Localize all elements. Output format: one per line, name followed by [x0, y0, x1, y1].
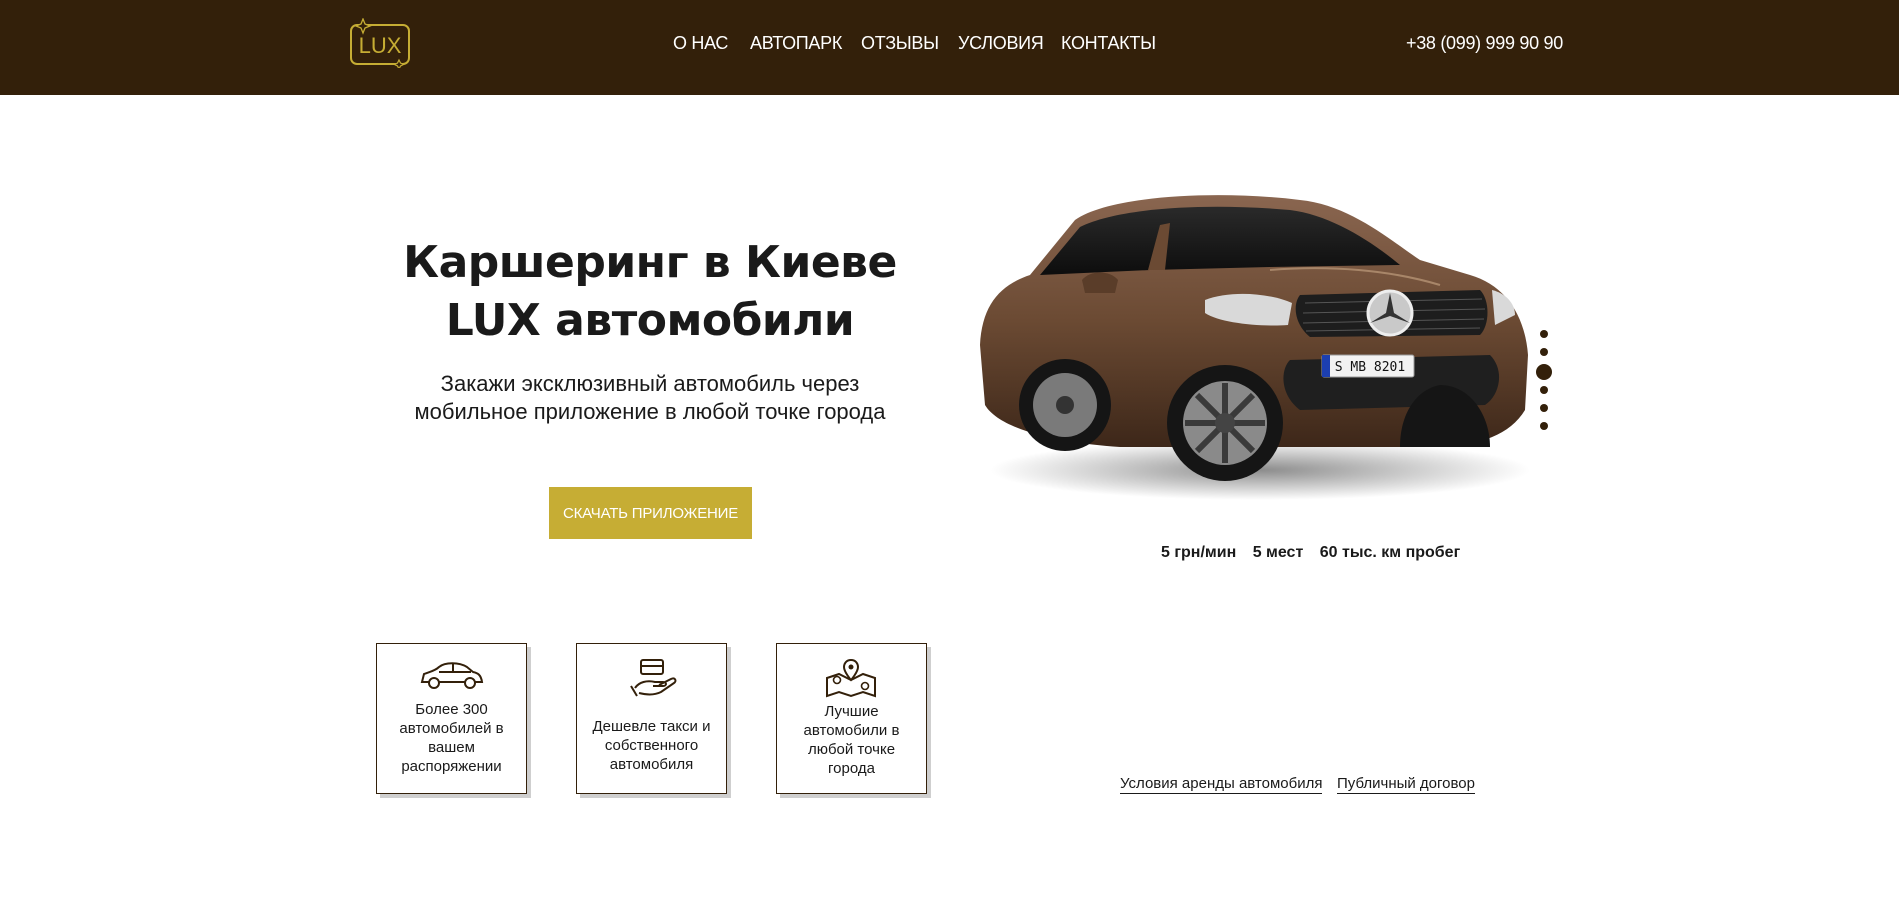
feature-line: Более 300: [415, 701, 488, 718]
slider-dot-active[interactable]: [1536, 364, 1552, 380]
svg-text:S MB 8201: S MB 8201: [1335, 360, 1405, 375]
card-payment-icon: [630, 659, 677, 697]
slider-dot[interactable]: [1540, 404, 1548, 412]
feature-line: автомобили в: [803, 722, 900, 739]
hero-subtitle-line1: Закажи эксклюзивный автомобиль через: [440, 371, 860, 396]
feature-line: города: [828, 760, 875, 777]
feature-line: автомобиля: [609, 756, 694, 773]
slider-dot[interactable]: [1540, 348, 1548, 356]
main-nav: О НАС АВТОПАРК ОТЗЫВЫ УСЛОВИЯ КОНТАКТЫ: [0, 0, 1899, 95]
car-specs: 5 грн/мин 5 мест 60 тыс. км пробег: [1161, 544, 1472, 562]
spec-price: 5 грн/мин: [1161, 544, 1237, 561]
hero-subtitle-line2: мобильное приложение в любой точке город…: [414, 399, 886, 424]
feature-line: распоряжении: [401, 758, 502, 775]
slider-dot[interactable]: [1540, 330, 1548, 338]
nav-contacts[interactable]: КОНТАКТЫ: [1061, 33, 1156, 54]
hero-title: Каршеринг в Киеве LUX автомобили: [370, 234, 930, 350]
car-image: S MB 8201: [980, 195, 1530, 500]
hero-title-line1: Каршеринг в Киеве: [403, 237, 897, 288]
feature-text: Более 300 автомобилей в вашем распоряжен…: [385, 700, 518, 776]
feature-text: Лучшие автомобили в любой точке города: [785, 702, 918, 778]
car-icon: [420, 662, 484, 689]
feature-line: автомобилей в: [399, 720, 504, 737]
feature-line: Дешевле такси и: [592, 718, 711, 735]
feature-line: любой точке: [807, 741, 896, 758]
nav-terms[interactable]: УСЛОВИЯ: [958, 33, 1044, 54]
feature-card-fleet: Более 300 автомобилей в вашем распоряжен…: [376, 643, 527, 794]
feature-line: вашем: [428, 739, 475, 756]
hero-title-line2: LUX автомобили: [445, 295, 855, 346]
nav-about[interactable]: О НАС: [673, 33, 728, 54]
spec-mileage: 60 тыс. км пробег: [1319, 544, 1461, 561]
map-pins-icon: [826, 658, 876, 698]
hero-subtitle: Закажи эксклюзивный автомобиль через моб…: [380, 370, 920, 426]
slider-dot[interactable]: [1540, 386, 1548, 394]
download-app-button[interactable]: СКАЧАТЬ ПРИЛОЖЕНИЕ: [549, 487, 752, 539]
nav-fleet[interactable]: АВТОПАРК: [750, 33, 842, 54]
rental-terms-link[interactable]: Условия аренды автомобиля: [1120, 774, 1323, 794]
public-contract-link[interactable]: Публичный договор: [1337, 774, 1475, 794]
slider-dots: [1536, 330, 1552, 442]
phone-number[interactable]: +38 (099) 999 90 90: [1406, 33, 1563, 54]
spec-seats: 5 мест: [1252, 544, 1304, 561]
feature-card-price: Дешевле такси и собственного автомобиля: [576, 643, 727, 794]
site-header: LUX О НАС АВТОПАРК ОТЗЫВЫ УСЛОВИЯ КОНТАК…: [0, 0, 1899, 95]
feature-line: собственного: [604, 737, 699, 754]
slider-dot[interactable]: [1540, 422, 1548, 430]
nav-reviews[interactable]: ОТЗЫВЫ: [861, 33, 939, 54]
feature-text: Дешевле такси и собственного автомобиля: [585, 717, 718, 774]
feature-line: Лучшие: [824, 703, 879, 720]
feature-card-location: Лучшие автомобили в любой точке города: [776, 643, 927, 794]
